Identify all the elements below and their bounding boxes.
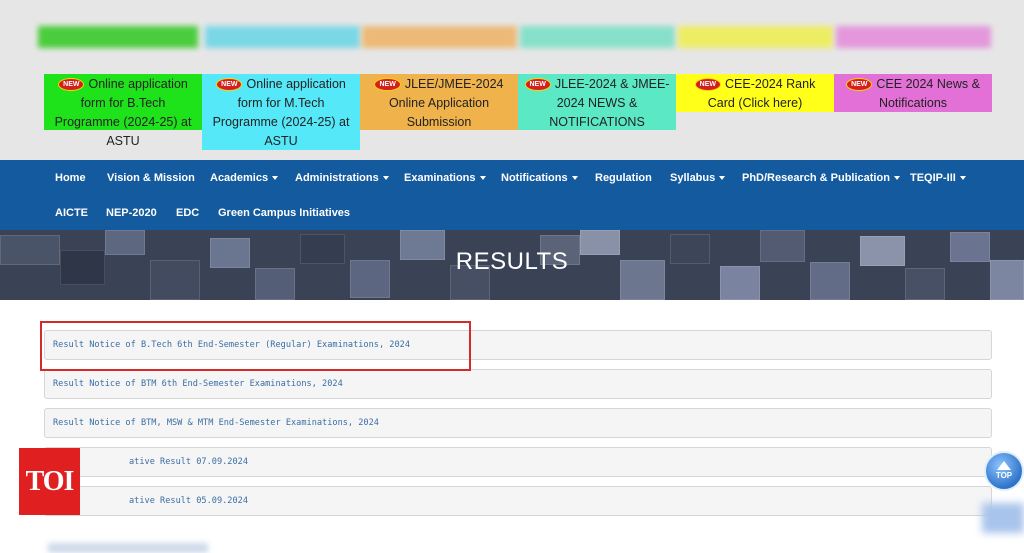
nav-examinations[interactable]: Examinations: [404, 172, 486, 184]
notice-mtech-application[interactable]: NEW Online application form for M.Tech Pr…: [202, 74, 360, 150]
result-row: Result Notice of B.Tech 6th End-Semester…: [44, 330, 992, 360]
blurred-strip: [836, 26, 991, 48]
blurred-strip: [38, 26, 198, 48]
new-badge: NEW: [374, 78, 401, 92]
nav-academics-label: Academics: [210, 172, 269, 184]
back-to-top-button[interactable]: TOP: [984, 451, 1024, 491]
chevron-down-icon: [893, 176, 900, 181]
chevron-down-icon: [382, 176, 389, 181]
nav-examinations-label: Examinations: [404, 172, 476, 184]
notice-text: CEE-2024 Rank Card (Click here): [707, 77, 816, 110]
result-link[interactable]: Result Notice of BTM 6th End-Semester Ex…: [53, 379, 343, 389]
blurred-element: [48, 543, 208, 553]
result-link[interactable]: Result Notice of BTM, MSW & MTM End-Seme…: [53, 418, 379, 428]
nav-green-campus[interactable]: Green Campus Initiatives: [218, 207, 350, 219]
page-banner: RESULTS: [0, 230, 1024, 300]
notice-text: JLEE-2024 & JMEE-2024 NEWS & NOTIFICATIO…: [549, 77, 670, 129]
nav-home[interactable]: Home: [55, 172, 86, 184]
blurred-strip: [362, 26, 517, 48]
result-row: ative Result 05.09.2024: [44, 486, 992, 516]
blurred-strip: [520, 26, 675, 48]
result-row: ative Result 07.09.2024: [44, 447, 992, 477]
nav-aicte[interactable]: AICTE: [55, 207, 88, 219]
nav-teqip[interactable]: TEQIP-III: [910, 172, 966, 184]
new-badge: NEW: [694, 78, 721, 92]
chevron-down-icon: [959, 176, 966, 181]
chevron-down-icon: [479, 176, 486, 181]
back-to-top-label: TOP: [995, 471, 1013, 480]
nav-edc[interactable]: EDC: [176, 207, 199, 219]
notice-btech-application[interactable]: NEW Online application form for B.Tech Pr…: [44, 74, 202, 148]
nav-regulation[interactable]: Regulation: [595, 172, 652, 184]
result-row: Result Notice of BTM 6th End-Semester Ex…: [44, 369, 992, 399]
nav-syllabus[interactable]: Syllabus: [670, 172, 726, 184]
notice-jlee-news[interactable]: NEW JLEE-2024 & JMEE-2024 NEWS & NOTIFICA…: [518, 74, 676, 130]
chevron-down-icon: [571, 176, 578, 181]
nav-notifications[interactable]: Notifications: [501, 172, 578, 184]
nav-nep[interactable]: NEP-2020: [106, 207, 157, 219]
new-badge: NEW: [846, 78, 873, 92]
notice-text: CEE 2024 News & Notifications: [876, 77, 980, 110]
result-row: Result Notice of BTM, MSW & MTM End-Seme…: [44, 408, 992, 438]
notice-text: JLEE/JMEE-2024 Online Application Submis…: [388, 77, 504, 129]
blurred-element: [982, 503, 1024, 533]
result-link[interactable]: ative Result 07.09.2024: [129, 457, 248, 467]
result-link[interactable]: Result Notice of B.Tech 6th End-Semester…: [53, 340, 410, 350]
chevron-down-icon: [719, 176, 726, 181]
result-link[interactable]: ative Result 05.09.2024: [129, 496, 248, 506]
blurred-strip: [678, 26, 833, 48]
nav-vision-mission[interactable]: Vision & Mission: [107, 172, 195, 184]
toi-watermark-logo: TOI: [19, 448, 80, 515]
nav-academics[interactable]: Academics: [210, 172, 279, 184]
notice-cee-news[interactable]: NEW CEE 2024 News & Notifications: [834, 74, 992, 112]
new-badge: NEW: [524, 78, 551, 92]
page-title: RESULTS: [455, 248, 569, 275]
nav-administrations[interactable]: Administrations: [295, 172, 389, 184]
notice-jlee-application[interactable]: NEW JLEE/JMEE-2024 Online Application Sub…: [360, 74, 518, 130]
nav-phd-label: PhD/Research & Publication: [742, 172, 890, 184]
arrow-up-icon: [997, 461, 1011, 470]
chevron-down-icon: [272, 176, 279, 181]
new-badge: NEW: [58, 78, 85, 92]
nav-notifications-label: Notifications: [501, 172, 568, 184]
notice-cee-rank-card[interactable]: NEW CEE-2024 Rank Card (Click here): [676, 74, 834, 112]
nav-administrations-label: Administrations: [295, 172, 379, 184]
main-nav: Home Vision & Mission Academics Administ…: [0, 160, 1024, 230]
blurred-strip: [205, 26, 360, 48]
nav-phd-research[interactable]: PhD/Research & Publication: [742, 172, 900, 184]
nav-syllabus-label: Syllabus: [670, 172, 716, 184]
new-badge: NEW: [216, 78, 243, 92]
nav-teqip-label: TEQIP-III: [910, 172, 956, 184]
